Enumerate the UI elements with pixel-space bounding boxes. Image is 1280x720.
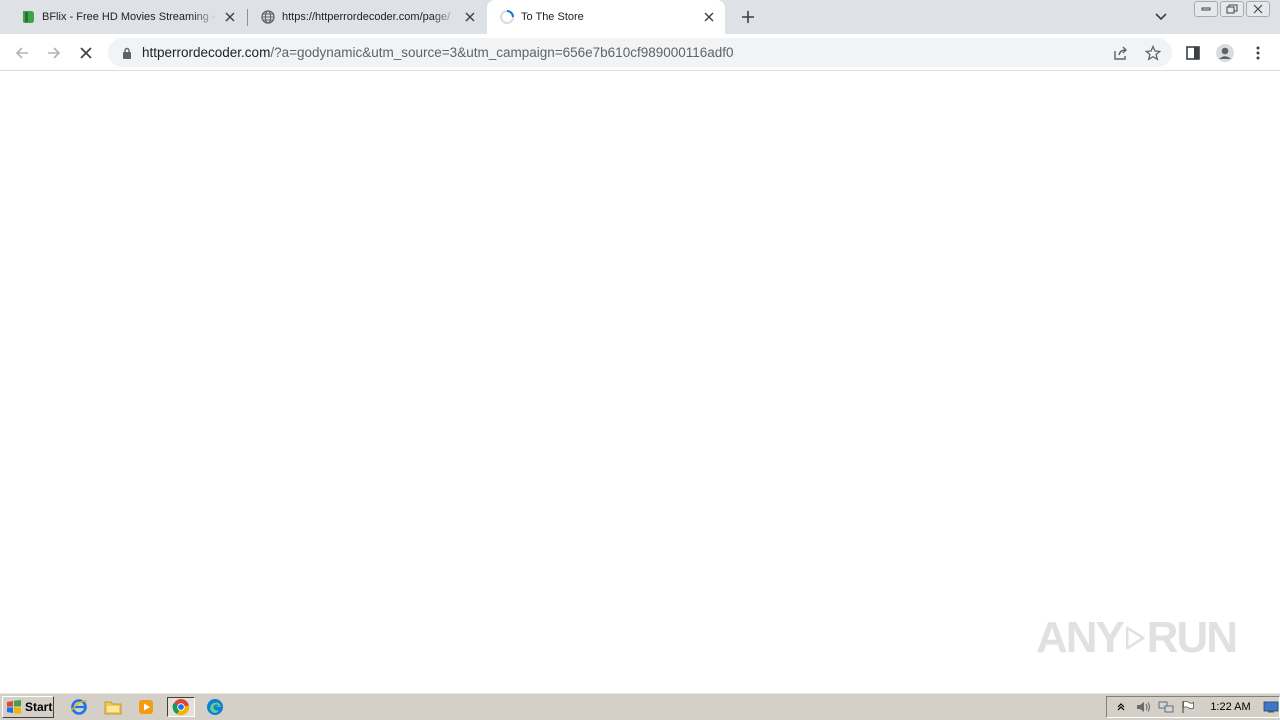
taskbar-chrome[interactable] (167, 697, 195, 717)
browser-toolbar: httperrordecoder.com/?a=godynamic&utm_so… (0, 34, 1280, 71)
forward-button[interactable] (41, 40, 67, 66)
close-icon (1253, 4, 1263, 14)
new-tab-button[interactable] (736, 5, 760, 29)
back-button[interactable] (9, 40, 35, 66)
system-tray: 1:22 AM (1106, 696, 1280, 718)
bflix-icon (20, 9, 36, 25)
address-url[interactable]: httperrordecoder.com/?a=godynamic&utm_so… (142, 45, 734, 60)
windows-logo-icon (7, 700, 21, 714)
browser-window: BFlix - Free HD Movies Streaming - W htt… (0, 0, 1280, 692)
address-bar[interactable]: httperrordecoder.com/?a=godynamic&utm_so… (108, 38, 1172, 67)
plus-icon (742, 11, 754, 23)
taskbar-explorer[interactable] (102, 697, 124, 717)
tab-search-button[interactable] (1150, 6, 1172, 28)
network-icon[interactable] (1158, 698, 1174, 716)
chevron-down-icon (1155, 13, 1167, 21)
bookmark-button[interactable] (1140, 40, 1166, 66)
url-path: /?a=godynamic&utm_source=3&utm_campaign=… (270, 45, 734, 60)
play-logo-icon (1125, 626, 1145, 650)
close-tab-icon[interactable] (701, 9, 717, 25)
arrow-right-icon (48, 47, 61, 59)
start-button[interactable]: Start (2, 696, 54, 718)
lock-icon[interactable] (120, 46, 134, 60)
minimize-button[interactable] (1194, 1, 1218, 17)
anyrun-watermark: ANY RUN (1036, 606, 1238, 670)
restore-icon (1226, 4, 1238, 14)
tab-strip: BFlix - Free HD Movies Streaming - W htt… (0, 0, 1280, 34)
taskbar: Start 1:22 AM (0, 692, 1280, 720)
side-panel-button[interactable] (1180, 40, 1206, 66)
share-button[interactable] (1108, 40, 1134, 66)
chevron-up-icon (1117, 703, 1125, 711)
close-tab-icon[interactable] (462, 9, 478, 25)
stop-loading-button[interactable] (73, 40, 99, 66)
edge-icon (207, 699, 223, 715)
chrome-icon (172, 699, 190, 716)
tab-title: https://httperrordecoder.com/page/ (282, 11, 451, 23)
side-panel-icon (1186, 46, 1200, 60)
arrow-left-icon (15, 47, 28, 59)
taskbar-edge[interactable] (204, 697, 226, 717)
tab-bflix[interactable]: BFlix - Free HD Movies Streaming - W (8, 0, 246, 34)
close-tab-icon[interactable] (222, 9, 238, 25)
tab-title: To The Store (521, 11, 584, 23)
restore-button[interactable] (1220, 1, 1244, 17)
media-player-icon (139, 700, 153, 714)
internet-explorer-icon (70, 699, 88, 715)
close-window-button[interactable] (1246, 1, 1270, 17)
start-label: Start (25, 700, 53, 714)
watermark-text-left: ANY (1036, 613, 1125, 662)
tab-title: BFlix - Free HD Movies Streaming - W (42, 11, 218, 23)
show-desktop-icon[interactable] (1263, 698, 1279, 716)
show-hidden-icons-button[interactable] (1113, 698, 1129, 716)
window-controls (1194, 1, 1270, 17)
page-content (0, 72, 1280, 692)
clock[interactable]: 1:22 AM (1210, 701, 1250, 713)
watermark-text-right: RUN (1146, 613, 1238, 662)
share-icon (1114, 46, 1127, 60)
tab-httperrordecoder[interactable]: https://httperrordecoder.com/page/ (248, 0, 486, 34)
taskbar-media-player[interactable] (135, 697, 157, 717)
close-icon (80, 47, 92, 59)
avatar-icon (1216, 44, 1234, 62)
taskbar-ie[interactable] (68, 697, 90, 717)
action-center-flag-icon[interactable] (1180, 698, 1196, 716)
loading-spinner-icon (499, 9, 515, 25)
folder-icon (104, 701, 122, 715)
profile-button[interactable] (1212, 40, 1238, 66)
globe-icon (260, 9, 276, 25)
menu-button[interactable] (1245, 40, 1271, 66)
more-vert-icon (1256, 46, 1260, 60)
url-host: httperrordecoder.com (142, 45, 271, 60)
minimize-icon (1201, 7, 1211, 11)
star-icon (1145, 45, 1161, 61)
tab-to-the-store[interactable]: To The Store (487, 0, 725, 34)
volume-icon[interactable] (1135, 698, 1151, 716)
